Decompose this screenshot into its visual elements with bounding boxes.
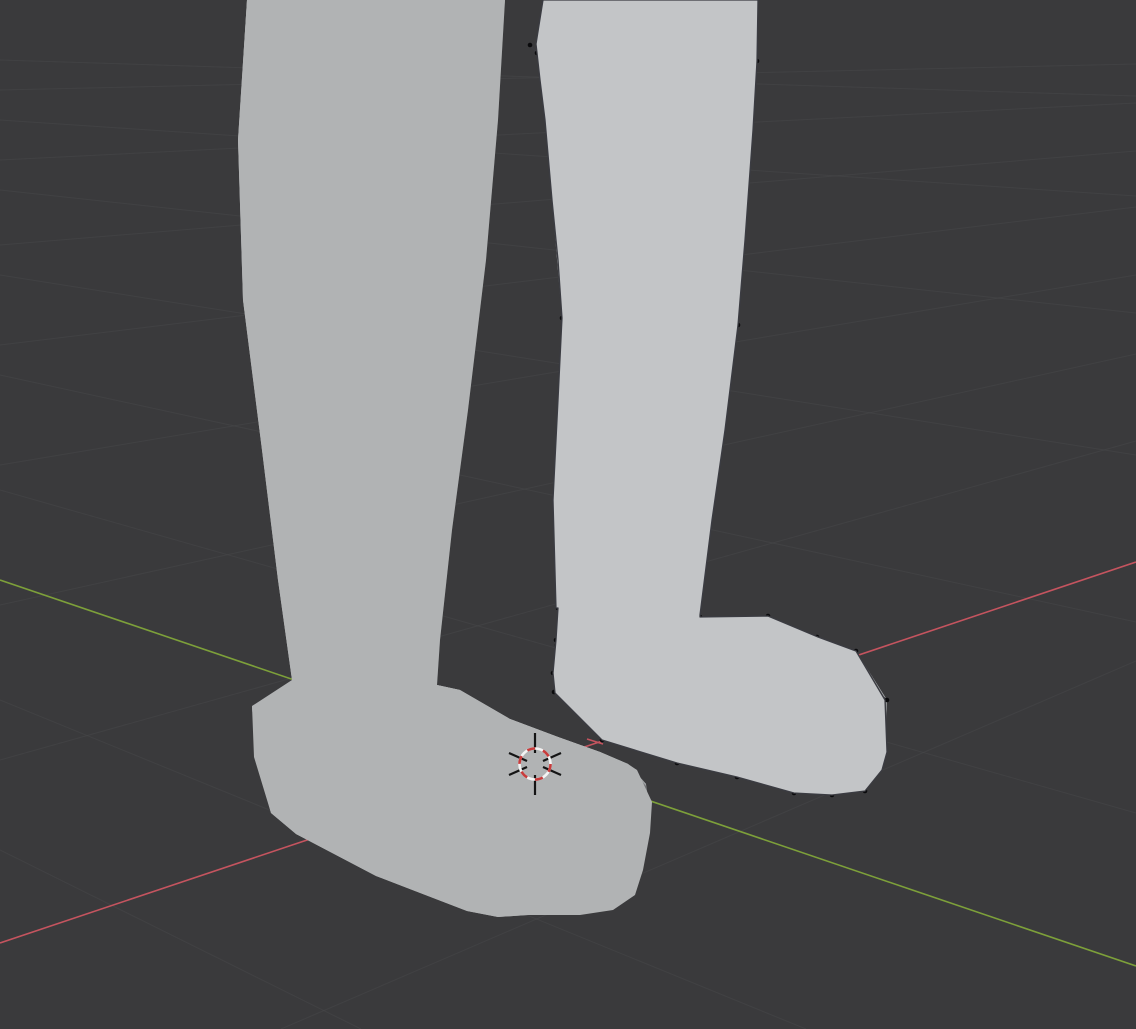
- mesh-vertex[interactable]: [528, 43, 533, 48]
- viewport-canvas[interactable]: [0, 0, 1136, 1029]
- blender-3d-viewport[interactable]: [0, 0, 1136, 1029]
